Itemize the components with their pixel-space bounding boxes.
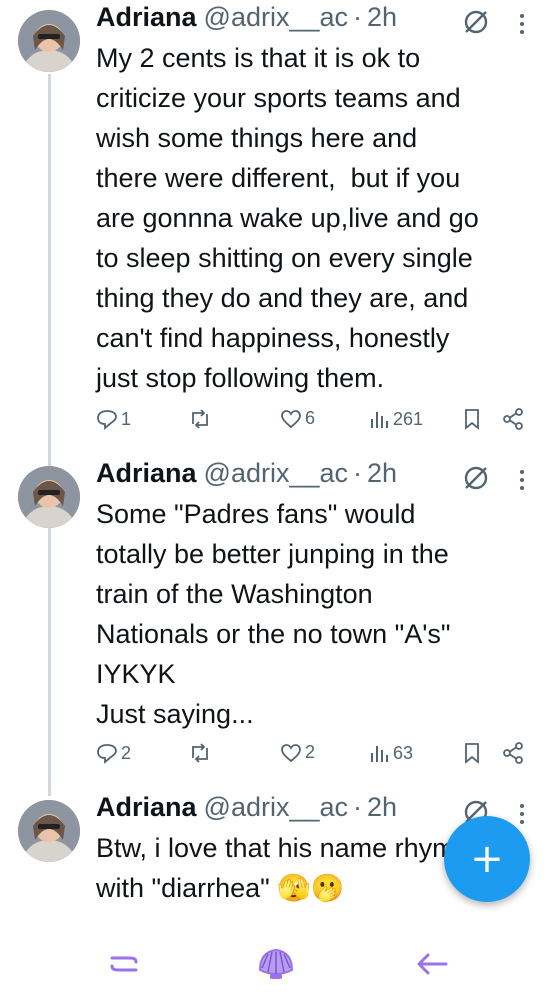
author-handle[interactable]: @adrix__ac <box>204 458 348 489</box>
avatar[interactable] <box>18 10 80 72</box>
repost-icon <box>192 409 208 429</box>
thread-connector-line <box>48 74 51 796</box>
share-icon <box>503 408 523 430</box>
like-count: 2 <box>305 742 316 762</box>
repost-button[interactable] <box>188 742 215 764</box>
views-count: 261 <box>393 408 424 429</box>
compose-button[interactable]: + <box>444 816 530 902</box>
recent-apps-icon[interactable] <box>104 944 144 984</box>
like-count: 6 <box>305 408 316 428</box>
views-button[interactable]: 63 <box>368 742 413 764</box>
system-navigation-bar <box>0 926 555 1000</box>
reply-count: 1 <box>121 408 132 429</box>
heart-icon <box>281 743 301 762</box>
more-icon[interactable] <box>513 800 531 828</box>
views-button[interactable]: 261 <box>368 408 423 430</box>
author-name[interactable]: Adriana <box>96 2 197 33</box>
bookmark-icon <box>465 409 479 430</box>
grok-icon[interactable] <box>462 8 490 36</box>
back-arrow-icon[interactable] <box>412 944 452 984</box>
more-icon[interactable] <box>513 10 531 38</box>
separator-dot: · <box>353 458 363 488</box>
tweet-text: Some "Padres fans" would totally be bett… <box>96 499 451 729</box>
reply-button[interactable]: 1 <box>96 408 131 430</box>
tweet-actions: 1 6 261 <box>96 408 536 438</box>
repost-icon <box>192 743 208 763</box>
bookmark-icon <box>465 743 479 764</box>
share-icon <box>503 742 523 764</box>
reply-count: 2 <box>121 742 132 763</box>
avatar[interactable] <box>18 800 80 862</box>
tweet-header: Adriana @adrix__ac · 2h <box>96 2 397 38</box>
author-handle[interactable]: @adrix__ac <box>204 792 348 823</box>
home-shell-icon[interactable] <box>256 944 296 984</box>
more-icon[interactable] <box>513 466 531 494</box>
tweet-actions: 2 2 63 <box>96 742 536 772</box>
reply-icon <box>97 744 117 764</box>
bookmark-button[interactable] <box>462 742 482 764</box>
author-name[interactable]: Adriana <box>96 458 197 489</box>
bookmark-button[interactable] <box>462 408 482 430</box>
plus-icon: + <box>470 836 504 882</box>
author-name[interactable]: Adriana <box>96 792 197 823</box>
separator-dot: · <box>353 792 363 822</box>
repost-button[interactable] <box>188 408 215 430</box>
like-button[interactable]: 2 <box>280 742 315 763</box>
reply-icon <box>97 410 117 430</box>
timestamp[interactable]: 2h <box>367 2 397 33</box>
reply-button[interactable]: 2 <box>96 742 131 764</box>
tweet-header: Adriana @adrix__ac · 2h <box>96 458 397 494</box>
timestamp[interactable]: 2h <box>367 458 397 489</box>
tweet-text: My 2 cents is that it is ok to criticize… <box>96 43 479 393</box>
tweet-header: Adriana @adrix__ac · 2h <box>96 792 397 828</box>
share-button[interactable] <box>502 742 524 764</box>
views-count: 63 <box>393 742 414 763</box>
grok-icon[interactable] <box>462 464 490 492</box>
heart-icon <box>281 409 301 428</box>
author-handle[interactable]: @adrix__ac <box>204 2 348 33</box>
timestamp[interactable]: 2h <box>367 792 397 823</box>
share-button[interactable] <box>502 408 524 430</box>
avatar[interactable] <box>18 466 80 528</box>
separator-dot: · <box>353 2 363 32</box>
views-icon <box>371 412 388 428</box>
views-icon <box>371 746 388 762</box>
like-button[interactable]: 6 <box>280 408 315 429</box>
